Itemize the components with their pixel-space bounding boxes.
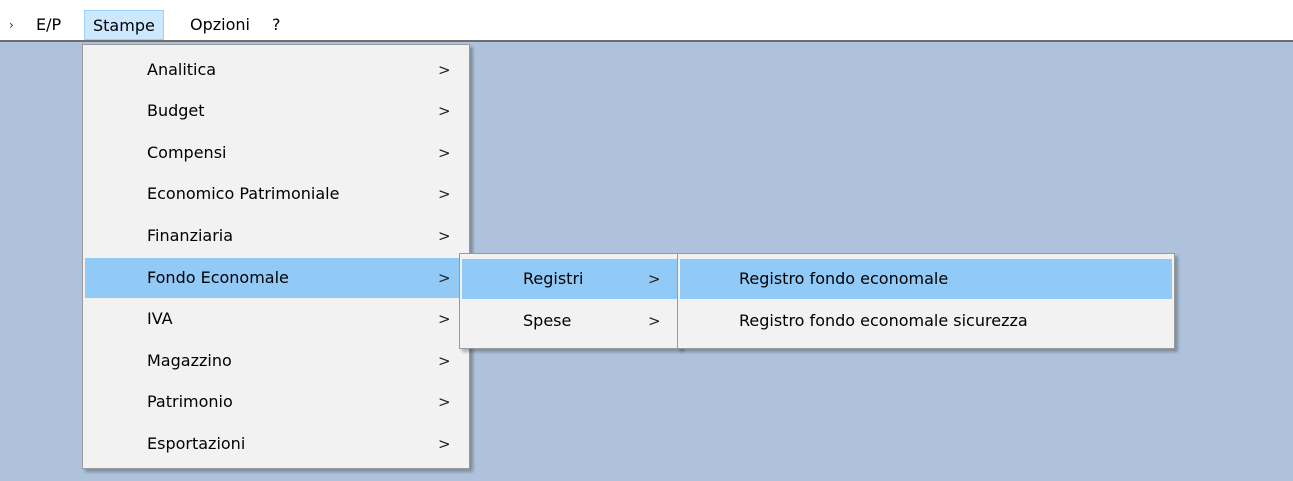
menu-item-magazzino[interactable]: Magazzino >: [85, 341, 467, 381]
menu-item-label: Finanziaria: [147, 226, 234, 245]
chevron-right-icon: >: [438, 352, 451, 370]
menu-item-compensi[interactable]: Compensi >: [85, 133, 467, 173]
menu-item-finanziaria[interactable]: Finanziaria >: [85, 216, 467, 256]
chevron-right-icon: >: [648, 270, 661, 288]
menu-item-patrimonio[interactable]: Patrimonio >: [85, 382, 467, 422]
menu-item-iva[interactable]: IVA >: [85, 299, 467, 339]
menu-item-esportazioni[interactable]: Esportazioni >: [85, 424, 467, 464]
menu-item-analitica[interactable]: Analitica >: [85, 50, 467, 90]
menubar-item-opzioni[interactable]: Opzioni: [182, 10, 258, 40]
registri-submenu: Registro fondo economale Registro fondo …: [677, 253, 1175, 349]
menu-item-label: Registro fondo economale: [739, 269, 949, 288]
chevron-right-icon: >: [438, 310, 451, 328]
menu-item-economico-patrimoniale[interactable]: Economico Patrimoniale >: [85, 174, 467, 214]
menu-item-label: Spese: [523, 311, 572, 330]
menu-item-label: Esportazioni: [147, 434, 246, 453]
menu-item-spese[interactable]: Spese >: [462, 301, 678, 341]
menu-item-label: Compensi: [147, 143, 227, 162]
menubar-item-ep[interactable]: E/P: [28, 10, 69, 40]
menu-item-label: Magazzino: [147, 351, 232, 370]
menu-item-label: Fondo Economale: [147, 268, 289, 287]
menu-item-label: Economico Patrimoniale: [147, 184, 340, 203]
menu-item-label: Budget: [147, 101, 205, 120]
chevron-right-icon: >: [438, 227, 451, 245]
menu-item-label: IVA: [147, 309, 173, 328]
chevron-right-icon: >: [438, 393, 451, 411]
chevron-right-icon: >: [438, 102, 451, 120]
menu-item-label: Registro fondo economale sicurezza: [739, 311, 1028, 330]
chevron-right-icon: >: [438, 269, 451, 287]
chevron-right-icon: ›: [9, 18, 14, 32]
chevron-right-icon: >: [438, 61, 451, 79]
menubar-item-help[interactable]: ?: [264, 10, 289, 40]
menu-item-budget[interactable]: Budget >: [85, 91, 467, 131]
chevron-right-icon: >: [438, 435, 451, 453]
chevron-right-icon: >: [438, 185, 451, 203]
menu-item-label: Registri: [523, 269, 584, 288]
menu-item-label: Analitica: [147, 60, 217, 79]
fondo-economale-submenu: Registri > Spese >: [459, 253, 681, 349]
stampe-menu: Analitica > Budget > Compensi > Economic…: [82, 44, 470, 469]
menu-bar: › E/P Stampe Opzioni ?: [0, 0, 1293, 42]
menubar-item-stampe[interactable]: Stampe: [84, 10, 164, 40]
menu-item-label: Patrimonio: [147, 392, 233, 411]
chevron-right-icon: >: [648, 312, 661, 330]
menu-item-registro-fondo-economale-sicurezza[interactable]: Registro fondo economale sicurezza: [680, 301, 1172, 341]
menu-item-registro-fondo-economale[interactable]: Registro fondo economale: [680, 259, 1172, 299]
menu-item-fondo-economale[interactable]: Fondo Economale >: [85, 258, 467, 298]
chevron-right-icon: >: [438, 144, 451, 162]
menu-item-registri[interactable]: Registri >: [462, 259, 678, 299]
